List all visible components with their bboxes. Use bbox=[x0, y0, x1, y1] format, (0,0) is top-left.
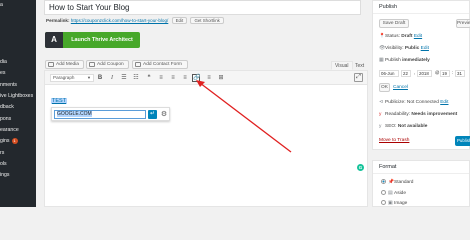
radio-checked-icon bbox=[381, 179, 386, 185]
share-icon: ⊲ bbox=[379, 100, 384, 105]
publicize-label: Publicize: bbox=[385, 100, 406, 105]
publicize-edit-link[interactable]: Edit bbox=[440, 100, 448, 105]
format-option-aside[interactable]: ▤Aside bbox=[381, 190, 406, 197]
preview-button[interactable]: Preview bbox=[456, 19, 470, 28]
format-box: Format 📌Standard ▤Aside ▣Image bbox=[372, 160, 470, 207]
publicize-row: ⊲ Publicize: Not Connected Edit bbox=[379, 99, 449, 106]
format-option-label: Aside bbox=[394, 191, 406, 196]
move-to-trash-link[interactable]: Move to Trash bbox=[379, 138, 409, 143]
publish-box: Publish Save Draft Preview 📍Status: Draf… bbox=[372, 0, 470, 150]
status-label: Status: bbox=[385, 34, 400, 39]
format-option-label: Image bbox=[394, 201, 408, 206]
calendar-icon: ▦ bbox=[379, 58, 384, 63]
visibility-value: Public bbox=[404, 46, 420, 51]
visibility-row: 👁Visibility: Public Edit bbox=[379, 45, 429, 52]
readability-row: y Readability: Needs improvement bbox=[379, 111, 457, 118]
hour-input[interactable]: 19 bbox=[440, 70, 450, 77]
publish-time-label: Publish bbox=[385, 58, 401, 63]
pin-icon: 📍 bbox=[379, 34, 385, 39]
publish-box-title: Publish bbox=[373, 1, 469, 14]
month-select[interactable]: 06-Jun bbox=[379, 70, 399, 77]
year-input[interactable]: 2018 bbox=[417, 70, 432, 77]
readability-value: Needs improvement bbox=[411, 112, 458, 117]
arrow-shaft bbox=[199, 82, 292, 153]
publish-button[interactable]: Publish bbox=[455, 136, 470, 146]
radio-icon bbox=[381, 190, 386, 196]
radio-icon bbox=[381, 200, 386, 206]
seo-value: Not available bbox=[397, 124, 428, 129]
visibility-label: Visibility: bbox=[385, 46, 404, 51]
cancel-link[interactable]: Cancel bbox=[393, 84, 408, 91]
status-edit-link[interactable]: Edit bbox=[414, 34, 422, 39]
minute-input[interactable]: 31 bbox=[455, 70, 465, 77]
publish-time-row: ▦Publish immediately bbox=[379, 57, 430, 64]
format-box-title: Format bbox=[373, 161, 469, 174]
time-colon: : bbox=[452, 70, 454, 75]
publish-time-value: immediately bbox=[402, 58, 430, 63]
eye-icon: 👁 bbox=[379, 46, 386, 51]
format-option-standard[interactable]: 📌Standard bbox=[381, 179, 413, 186]
seo-label: SEO: bbox=[385, 124, 397, 129]
status-value: Draft bbox=[401, 34, 413, 39]
readability-label: Readability: bbox=[385, 112, 411, 117]
publicize-value: Not Connected bbox=[406, 100, 439, 105]
yoast-readability-icon: y bbox=[379, 112, 382, 117]
cancel-link-label: Cancel bbox=[393, 85, 408, 90]
status-row: 📍Status: Draft Edit bbox=[379, 33, 422, 40]
save-draft-button[interactable]: Save Draft bbox=[379, 19, 409, 28]
format-option-image[interactable]: ▣Image bbox=[381, 200, 407, 207]
visibility-edit-link[interactable]: Edit bbox=[421, 46, 429, 51]
day-input[interactable]: 22 bbox=[401, 70, 411, 77]
yoast-seo-icon: y bbox=[379, 124, 382, 129]
seo-row: y SEO: Not available bbox=[379, 123, 427, 130]
format-option-label: Standard bbox=[394, 180, 414, 185]
ok-button[interactable]: OK bbox=[379, 83, 390, 92]
